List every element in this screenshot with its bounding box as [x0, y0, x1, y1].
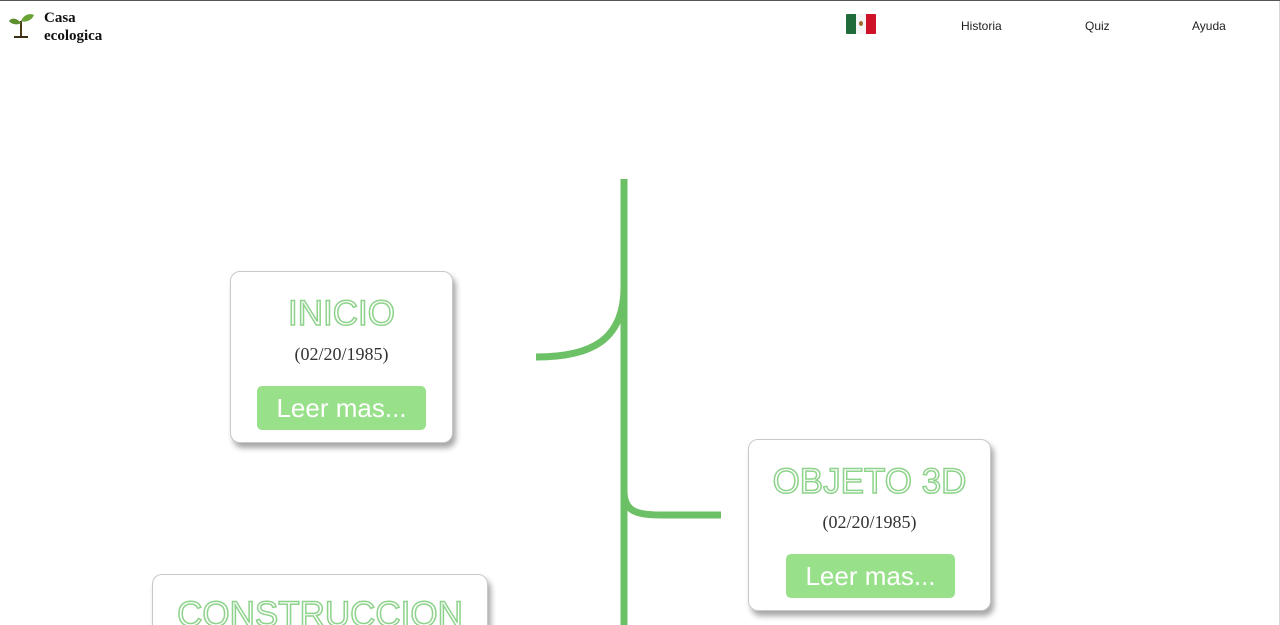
nav-quiz-link[interactable]: Quiz: [1085, 19, 1110, 33]
leer-mas-button[interactable]: Leer mas...: [786, 554, 955, 598]
timeline-graphic: [535, 179, 721, 625]
card-date: (02/20/1985): [294, 344, 389, 364]
logo-text: Casa ecologica: [44, 9, 124, 45]
logo-line-1: Casa: [44, 10, 76, 26]
nav-historia-link[interactable]: Historia: [961, 19, 1002, 33]
timeline-branch-left: [535, 286, 628, 361]
timeline-card-construccion: CONSTRUCCION: [152, 574, 488, 625]
card-title: CONSTRUCCION: [176, 594, 463, 625]
logo-line-2: ecologica: [44, 28, 103, 44]
site-logo[interactable]: Casa ecologica: [8, 9, 124, 45]
timeline-card-inicio: INICIO (02/20/1985) Leer mas...: [230, 271, 453, 443]
card-date: (02/20/1985): [822, 512, 917, 532]
nav-ayuda-link[interactable]: Ayuda: [1192, 19, 1226, 33]
sprout-icon: [9, 14, 34, 38]
timeline-card-objeto-3d: OBJETO 3D (02/20/1985) Leer mas...: [748, 439, 991, 611]
timeline-branch-right: [620, 490, 721, 519]
card-title: INICIO: [287, 293, 395, 334]
card-title: OBJETO 3D: [772, 461, 967, 502]
mexico-flag-icon[interactable]: [846, 14, 876, 34]
leer-mas-button[interactable]: Leer mas...: [257, 386, 426, 430]
site-header: Casa ecologica Historia Quiz Ayuda: [0, 1, 1280, 53]
